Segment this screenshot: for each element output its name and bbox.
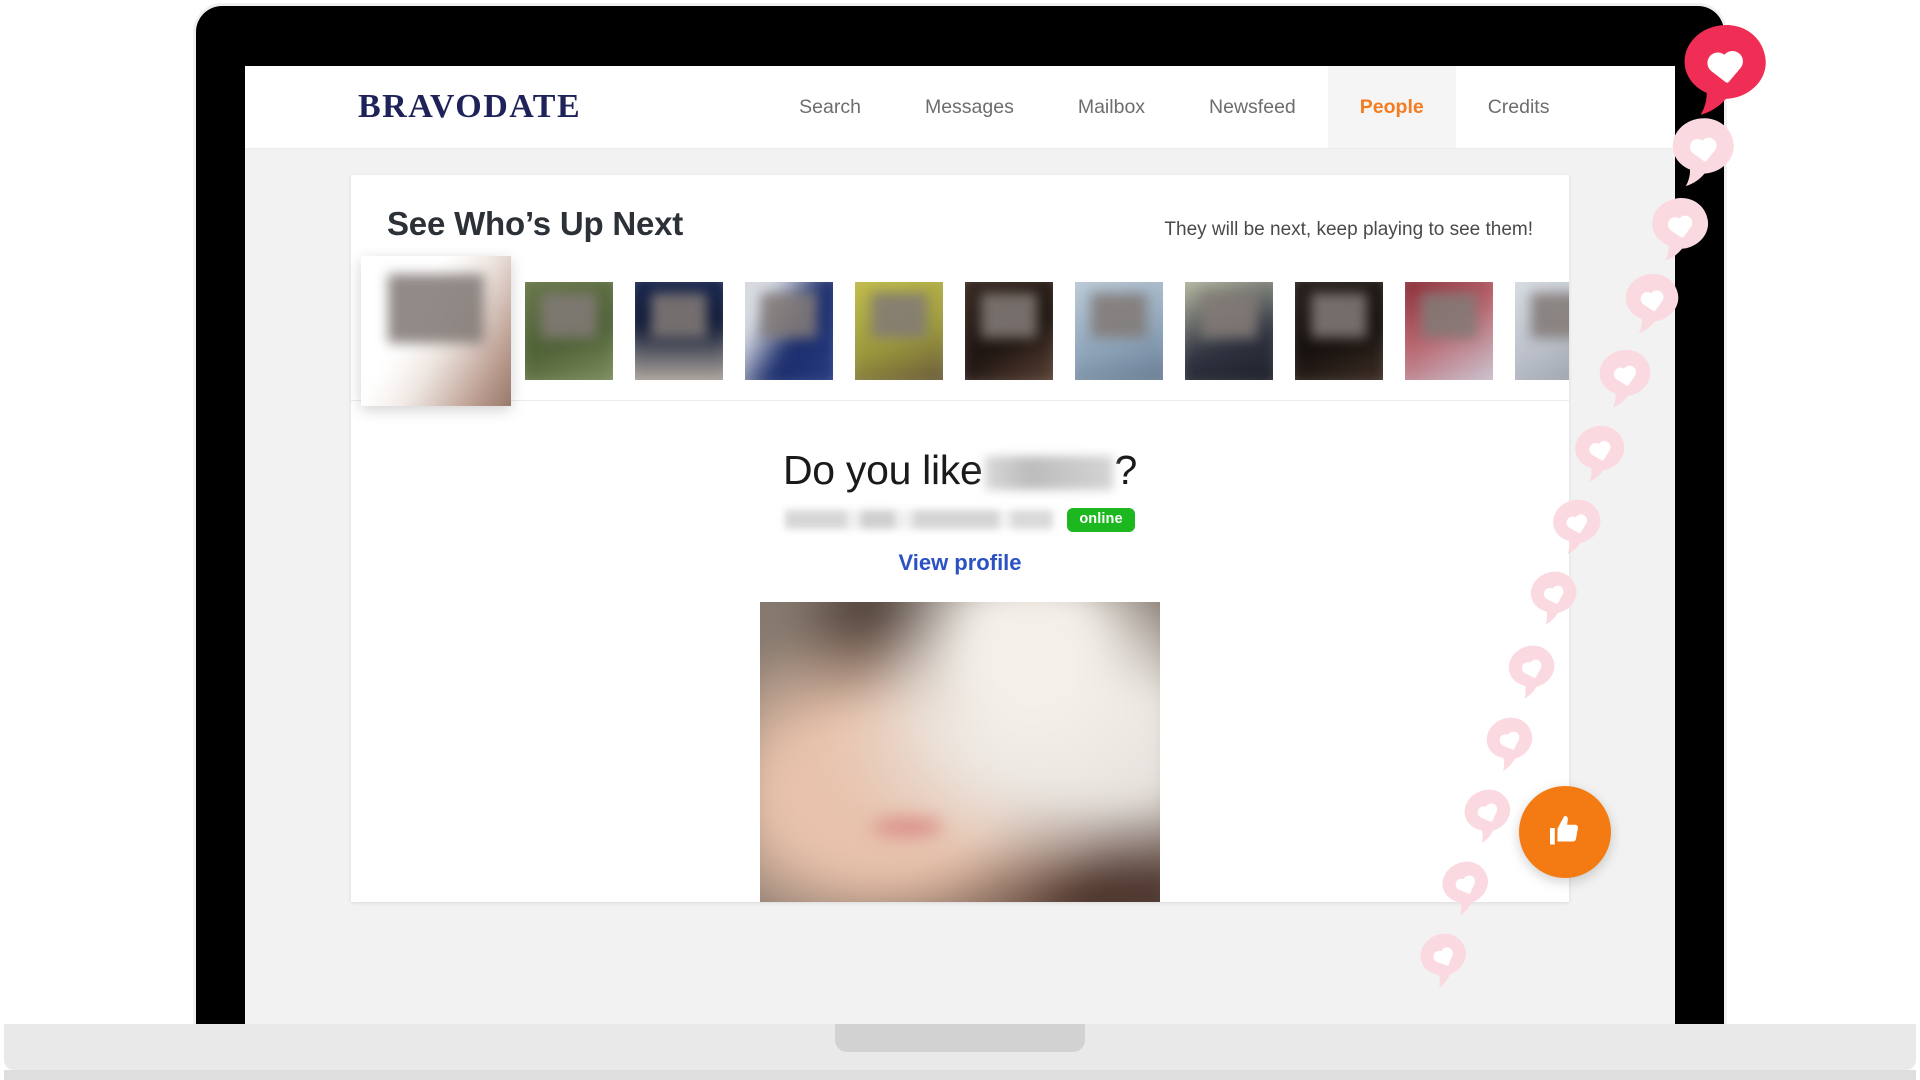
laptop-foot	[4, 1070, 1916, 1080]
thumbnail-10[interactable]	[1405, 281, 1493, 380]
card-header: See Who’s Up Next They will be next, kee…	[351, 175, 1569, 261]
question-prefix: Do you like	[782, 447, 983, 493]
thumbnail-face-blur	[650, 293, 708, 339]
brand-logo[interactable]: BRAVODATE	[245, 66, 581, 148]
thumbnail-face-blur	[1090, 293, 1148, 339]
profile-name-redacted	[984, 456, 1113, 490]
laptop-notch	[835, 1024, 1085, 1052]
main-navigation: Search Messages Mailbox Newsfeed People Credi…	[767, 66, 1581, 148]
thumbnail-11[interactable]	[1515, 281, 1569, 380]
status-badge: online	[1067, 508, 1135, 532]
laptop-mockup: BRAVODATE Search Messages Mailbox Newsfeed P…	[4, 6, 1916, 1080]
nav-item-messages[interactable]: Messages	[893, 66, 1046, 148]
thumbnail-7[interactable]	[1075, 281, 1163, 380]
thumbnail-9[interactable]	[1295, 281, 1383, 380]
profile-photo-highlight	[872, 817, 944, 836]
view-profile-link[interactable]: View profile	[898, 550, 1021, 576]
thumbnail-face-blur	[870, 293, 928, 339]
profile-meta-row: online	[351, 508, 1569, 532]
thumbnail-face-blur	[388, 273, 484, 343]
nav-item-credits[interactable]: Credits	[1456, 66, 1582, 148]
nav-item-search[interactable]: Search	[767, 66, 893, 148]
profile-photo-wrap	[760, 601, 1160, 902]
card-subtitle: They will be next, keep playing to see t…	[1164, 219, 1533, 240]
thumbnail-8[interactable]	[1185, 281, 1273, 380]
like-button[interactable]	[1519, 786, 1611, 878]
thumbnail-6[interactable]	[965, 281, 1053, 380]
people-game-card: See Who’s Up Next They will be next, kee…	[351, 175, 1569, 902]
thumbnail-face-blur	[980, 293, 1038, 339]
upcoming-profiles-strip	[351, 255, 1569, 406]
thumbnail-4[interactable]	[745, 281, 833, 380]
thumbnail-2[interactable]	[525, 281, 613, 380]
laptop-screen: BRAVODATE Search Messages Mailbox Newsfeed P…	[245, 66, 1675, 1026]
thumbs-up-icon	[1547, 813, 1583, 852]
site-header: BRAVODATE Search Messages Mailbox Newsfeed P…	[245, 66, 1675, 149]
profile-question: Do you like?	[783, 447, 1137, 494]
thumbnail-3[interactable]	[635, 281, 723, 380]
thumbnail-face-blur	[1420, 293, 1478, 339]
page-body: See Who’s Up Next They will be next, kee…	[245, 149, 1675, 1026]
thumbnail-face-blur	[1200, 293, 1258, 339]
profile-question-block: Do you like? online View profile	[351, 401, 1569, 902]
nav-item-people[interactable]: People	[1327, 66, 1456, 148]
thumbnail-face-blur	[1530, 293, 1569, 339]
profile-photo[interactable]	[760, 601, 1160, 902]
thumbnail-1[interactable]	[361, 255, 511, 406]
page-title: See Who’s Up Next	[387, 205, 684, 242]
thumbnail-face-blur	[540, 293, 598, 339]
question-suffix: ?	[1114, 447, 1138, 493]
thumbnail-5[interactable]	[855, 281, 943, 380]
profile-meta-redacted	[785, 510, 1054, 530]
thumbnail-face-blur	[760, 293, 818, 339]
profile-photo-image	[760, 601, 1160, 902]
nav-item-newsfeed[interactable]: Newsfeed	[1177, 66, 1328, 148]
thumbnail-face-blur	[1310, 293, 1368, 339]
nav-item-mailbox[interactable]: Mailbox	[1046, 66, 1177, 148]
